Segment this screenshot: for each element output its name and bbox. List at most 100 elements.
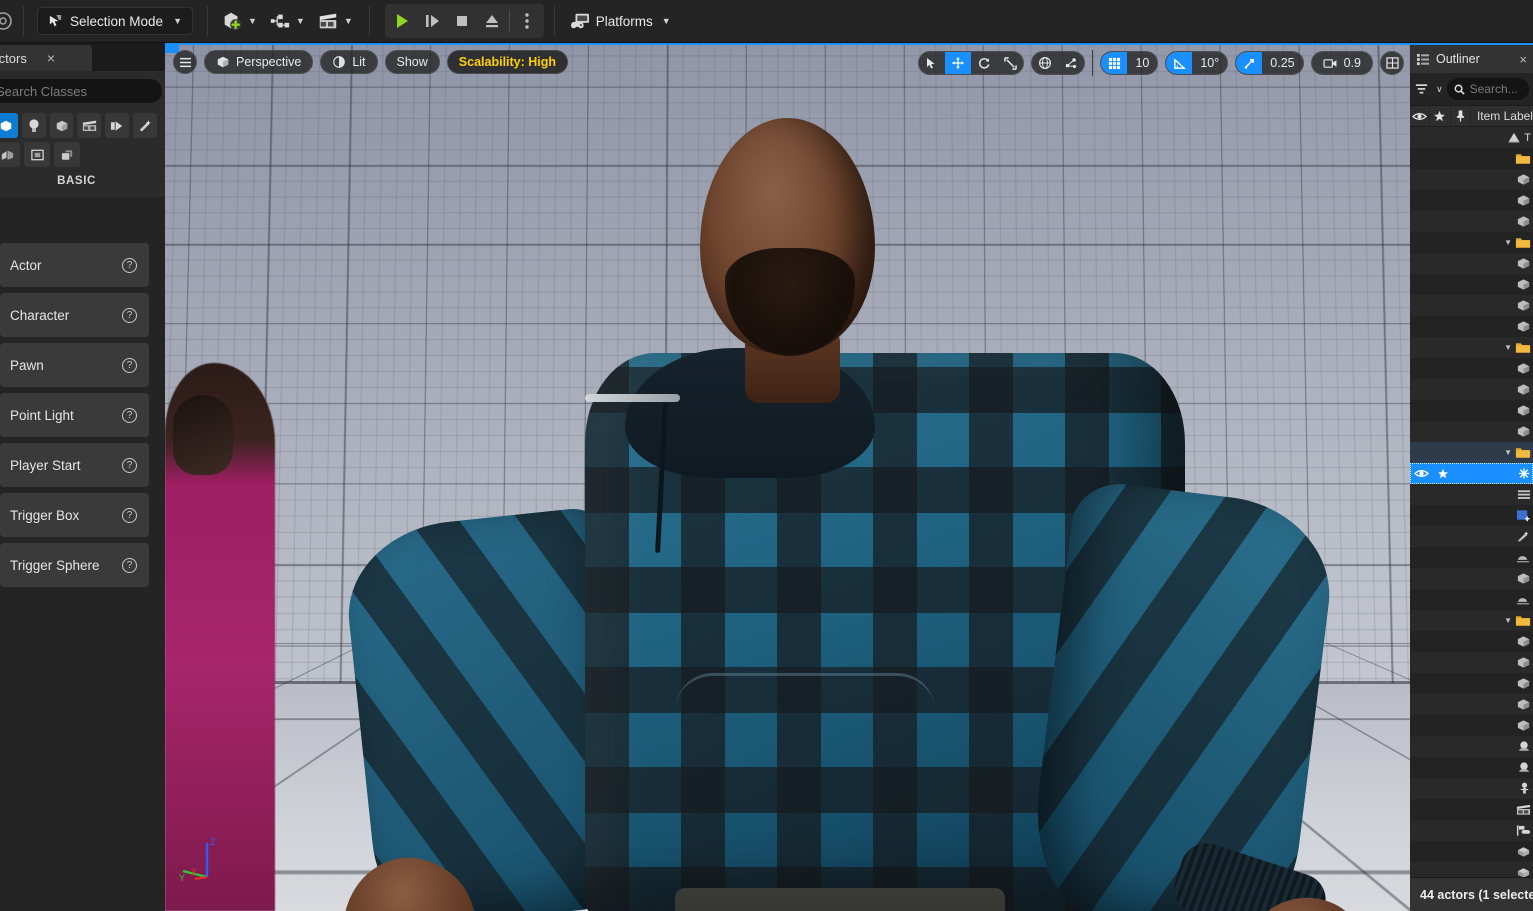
outliner-row-folder[interactable]: ▼: [1410, 232, 1533, 253]
help-icon[interactable]: ?: [122, 457, 137, 473]
outliner-row-actor[interactable]: [1410, 652, 1533, 673]
category-basic[interactable]: [0, 113, 18, 138]
add-content-button[interactable]: ▼: [215, 4, 263, 38]
visibility-column-header[interactable]: [1410, 105, 1431, 127]
outliner-search-input[interactable]: Search...: [1446, 78, 1529, 100]
search-classes-input[interactable]: Search Classes: [0, 79, 162, 103]
favorite-column-header[interactable]: [1430, 105, 1451, 127]
outliner-row-folder[interactable]: [1410, 148, 1533, 169]
outliner-row-actor[interactable]: [1410, 421, 1533, 442]
move-tool[interactable]: [945, 52, 972, 74]
outliner-row-light[interactable]: [1410, 736, 1533, 757]
outliner-row-actor[interactable]: [1410, 694, 1533, 715]
filter-funnel-icon[interactable]: [1414, 82, 1429, 96]
outliner-row-actor[interactable]: [1410, 211, 1533, 232]
help-icon[interactable]: ?: [122, 407, 137, 423]
category-shapes[interactable]: [49, 113, 74, 138]
outliner-row-folder[interactable]: ▼: [1410, 610, 1533, 631]
viewport-layout-button[interactable]: [1380, 51, 1404, 75]
outliner-row-actor[interactable]: [1410, 631, 1533, 652]
outliner-row-actor[interactable]: [1410, 526, 1533, 547]
camera-speed-button[interactable]: 0.9: [1310, 51, 1373, 75]
outliner-row-actor[interactable]: [1410, 169, 1533, 190]
help-icon[interactable]: ?: [122, 257, 137, 273]
play-options-button[interactable]: [512, 6, 542, 36]
actor-item-point-light[interactable]: Point Light ?: [0, 393, 149, 437]
outliner-row-light[interactable]: [1410, 757, 1533, 778]
outliner-row-actor[interactable]: [1410, 190, 1533, 211]
cinematics-button[interactable]: ▼: [311, 4, 359, 38]
viewport-show-button[interactable]: Show: [384, 50, 440, 74]
actor-item-pawn[interactable]: Pawn ?: [0, 343, 149, 387]
item-label-column-header[interactable]: Item Label: [1471, 109, 1533, 123]
help-icon[interactable]: ?: [122, 507, 137, 523]
outliner-row-world[interactable]: T: [1410, 127, 1533, 148]
category-lights[interactable]: [21, 113, 46, 138]
viewport-camera-button[interactable]: Perspective: [204, 50, 314, 74]
outliner-row-actor[interactable]: [1410, 316, 1533, 337]
outliner-row-actor[interactable]: [1410, 673, 1533, 694]
scale-tool[interactable]: [997, 52, 1023, 74]
outliner-row-actor[interactable]: [1410, 295, 1533, 316]
world-space-toggle[interactable]: [1032, 52, 1058, 74]
outliner-row-actor[interactable]: [1410, 274, 1533, 295]
actor-item-player-start[interactable]: Player Start ?: [0, 443, 149, 487]
select-tool[interactable]: [919, 52, 945, 74]
close-icon[interactable]: ×: [1519, 52, 1527, 67]
category-visual-effects[interactable]: [105, 113, 130, 138]
outliner-row-actor[interactable]: [1410, 568, 1533, 589]
help-icon[interactable]: ?: [122, 357, 137, 373]
help-icon[interactable]: ?: [122, 557, 137, 573]
angle-snap[interactable]: 10°: [1165, 51, 1229, 75]
rotate-tool[interactable]: [971, 52, 997, 74]
tab-outliner[interactable]: Outliner ×: [1410, 45, 1533, 73]
outliner-row-actor[interactable]: [1410, 253, 1533, 274]
selection-mode-button[interactable]: Selection Mode ▼: [37, 7, 193, 35]
expand-chevron-icon[interactable]: ▼: [1504, 616, 1512, 625]
outliner-row-actor[interactable]: [1410, 547, 1533, 568]
play-button[interactable]: [387, 6, 417, 36]
surface-snapping-toggle[interactable]: [1058, 52, 1084, 74]
outliner-row-folder-highlighted[interactable]: ▼: [1410, 442, 1533, 463]
outliner-row-mesh[interactable]: [1410, 841, 1533, 862]
help-icon[interactable]: ?: [122, 307, 137, 323]
outliner-row-actor[interactable]: [1410, 505, 1533, 526]
category-layers[interactable]: [54, 142, 80, 167]
expand-chevron-icon[interactable]: ▼: [1504, 343, 1512, 352]
outliner-row-player-start[interactable]: [1410, 820, 1533, 841]
outliner-row-folder[interactable]: ▼: [1410, 337, 1533, 358]
outliner-row-selected[interactable]: [1410, 463, 1533, 484]
outliner-row-actor[interactable]: [1410, 358, 1533, 379]
actor-item-trigger-sphere[interactable]: Trigger Sphere ?: [0, 543, 149, 587]
close-icon[interactable]: ×: [47, 50, 55, 66]
viewport-scalability-warning[interactable]: Scalability: High: [446, 50, 569, 74]
selected-character-actor[interactable]: [255, 98, 1376, 911]
chevron-down-icon[interactable]: ∨: [1436, 84, 1443, 95]
platforms-button[interactable]: Platforms ▼: [562, 5, 679, 37]
level-viewport[interactable]: Perspective Lit Show Scalability: High 1…: [165, 43, 1410, 911]
scale-snap[interactable]: 0.25: [1235, 51, 1304, 75]
expand-chevron-icon[interactable]: ▼: [1504, 448, 1512, 457]
viewport-menu-button[interactable]: [173, 50, 197, 74]
blueprints-button[interactable]: ▼: [263, 4, 311, 38]
outliner-row-actor[interactable]: [1410, 589, 1533, 610]
actor-item-character[interactable]: Character ?: [0, 293, 149, 337]
outliner-row-skeleton[interactable]: [1410, 778, 1533, 799]
eject-button[interactable]: [477, 6, 507, 36]
outliner-row-actor[interactable]: [1410, 379, 1533, 400]
tab-actors[interactable]: Actors ×: [0, 45, 92, 71]
category-geometry[interactable]: [0, 142, 20, 167]
actor-item-actor[interactable]: Actor ?: [0, 243, 149, 287]
outliner-row-actor[interactable]: [1410, 484, 1533, 505]
category-volumes[interactable]: [24, 142, 50, 167]
skip-button[interactable]: [417, 6, 447, 36]
viewport-view-mode-button[interactable]: Lit: [320, 50, 378, 74]
stop-button[interactable]: [447, 6, 477, 36]
outliner-row-cinematic[interactable]: [1410, 799, 1533, 820]
pin-column-header[interactable]: [1451, 105, 1471, 127]
outliner-row-actor[interactable]: [1410, 400, 1533, 421]
expand-chevron-icon[interactable]: ▼: [1504, 238, 1512, 247]
grid-snap[interactable]: 10: [1100, 51, 1159, 75]
category-all-classes[interactable]: [133, 113, 157, 138]
actor-item-trigger-box[interactable]: Trigger Box ?: [0, 493, 149, 537]
